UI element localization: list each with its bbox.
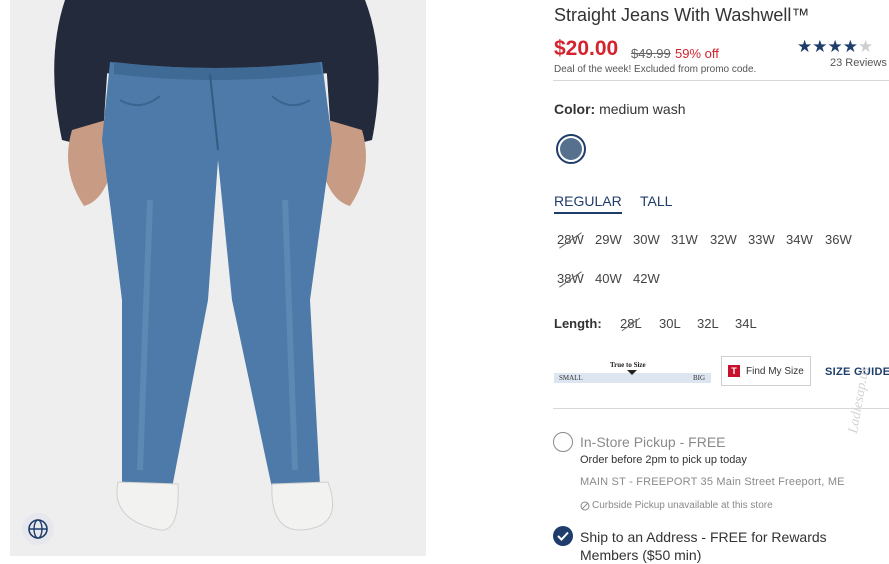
tab-regular[interactable]: REGULAR <box>554 193 622 214</box>
fit-big-label: BIG <box>693 374 706 382</box>
length-size-34l[interactable]: 34L <box>735 316 757 331</box>
curbside-note: Curbside Pickup unavailable at this stor… <box>580 500 773 511</box>
product-title: Straight Jeans With Washwell™ <box>554 5 810 25</box>
unavailable-icon <box>580 501 590 510</box>
product-image[interactable] <box>10 0 426 556</box>
star-icon: ★ <box>812 37 828 56</box>
discount-label: 59% off <box>675 46 719 61</box>
pickup-label[interactable]: In-Store Pickup - FREE <box>580 434 726 450</box>
truefit-logo-icon: T <box>728 365 740 377</box>
length-size-30l[interactable]: 30L <box>659 316 681 331</box>
tab-tall[interactable]: TALL <box>640 193 672 209</box>
star-icon: ★ <box>797 37 813 56</box>
ship-radio-checked[interactable] <box>553 526 573 546</box>
length-size-28l[interactable]: 28L <box>620 316 642 331</box>
color-swatch-medium-wash[interactable] <box>556 134 586 164</box>
waist-size-34w[interactable]: 34W <box>786 232 813 247</box>
fit-indicator-icon <box>627 370 637 375</box>
ship-label[interactable]: Ship to an Address - FREE for Rewards Mem… <box>580 528 827 564</box>
length-label: Length: <box>554 316 602 331</box>
star-empty-icon: ★ <box>858 37 874 56</box>
sale-price: $20.00 <box>554 37 619 60</box>
waist-size-40w[interactable]: 40W <box>595 271 622 286</box>
waist-size-36w[interactable]: 36W <box>825 232 852 247</box>
pickup-radio[interactable] <box>553 432 573 452</box>
divider <box>553 408 889 409</box>
waist-size-30w[interactable]: 30W <box>633 232 660 247</box>
find-my-size-label: Find My Size <box>746 365 804 377</box>
fit-small-label: SMALL <box>559 374 583 382</box>
waist-size-29w[interactable]: 29W <box>595 232 622 247</box>
color-value: medium wash <box>599 101 686 117</box>
globe-icon[interactable] <box>22 513 54 545</box>
reviews-link[interactable]: 23 Reviews <box>830 57 887 69</box>
fit-true-label: True to Size <box>610 361 646 369</box>
deal-note: Deal of the week! Excluded from promo co… <box>554 64 757 75</box>
checkmark-icon <box>557 531 569 541</box>
waist-size-42w[interactable]: 42W <box>633 271 660 286</box>
waist-size-33w[interactable]: 33W <box>748 232 775 247</box>
store-address[interactable]: MAIN ST - FREEPORT 35 Main Street Freepo… <box>580 476 845 488</box>
original-price: $49.99 <box>631 46 671 61</box>
star-icon: ★ <box>827 37 843 56</box>
find-my-size-button[interactable]: T Find My Size <box>721 356 811 386</box>
rating-stars[interactable]: ★★★★★ <box>797 37 873 57</box>
color-label: Color: medium wash <box>554 101 686 117</box>
jeans-illustration <box>54 0 379 531</box>
waist-size-32w[interactable]: 32W <box>710 232 737 247</box>
divider <box>553 80 889 81</box>
waist-size-28w[interactable]: 28W <box>557 232 584 247</box>
star-icon: ★ <box>842 37 858 56</box>
waist-size-38w[interactable]: 38W <box>557 271 584 286</box>
length-size-32l[interactable]: 32L <box>697 316 719 331</box>
pickup-order-note: Order before 2pm to pick up today <box>580 454 747 466</box>
waist-size-31w[interactable]: 31W <box>671 232 698 247</box>
